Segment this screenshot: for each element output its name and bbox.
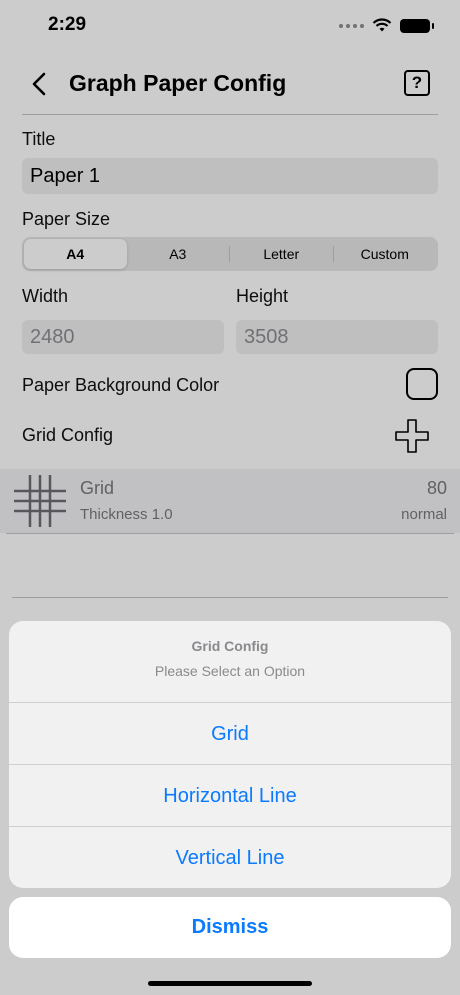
dismiss-button[interactable]: Dismiss — [9, 897, 451, 958]
action-sheet-header: Grid Config Please Select an Option — [9, 621, 451, 703]
action-sheet-title: Grid Config — [191, 638, 269, 654]
action-sheet: Grid Config Please Select an Option Grid… — [9, 621, 451, 888]
option-grid-button[interactable]: Grid — [9, 703, 451, 765]
option-horizontal-line-button[interactable]: Horizontal Line — [9, 765, 451, 827]
action-sheet-message: Please Select an Option — [154, 663, 306, 679]
option-vertical-line-button[interactable]: Vertical Line — [9, 827, 451, 888]
home-indicator — [148, 981, 312, 986]
